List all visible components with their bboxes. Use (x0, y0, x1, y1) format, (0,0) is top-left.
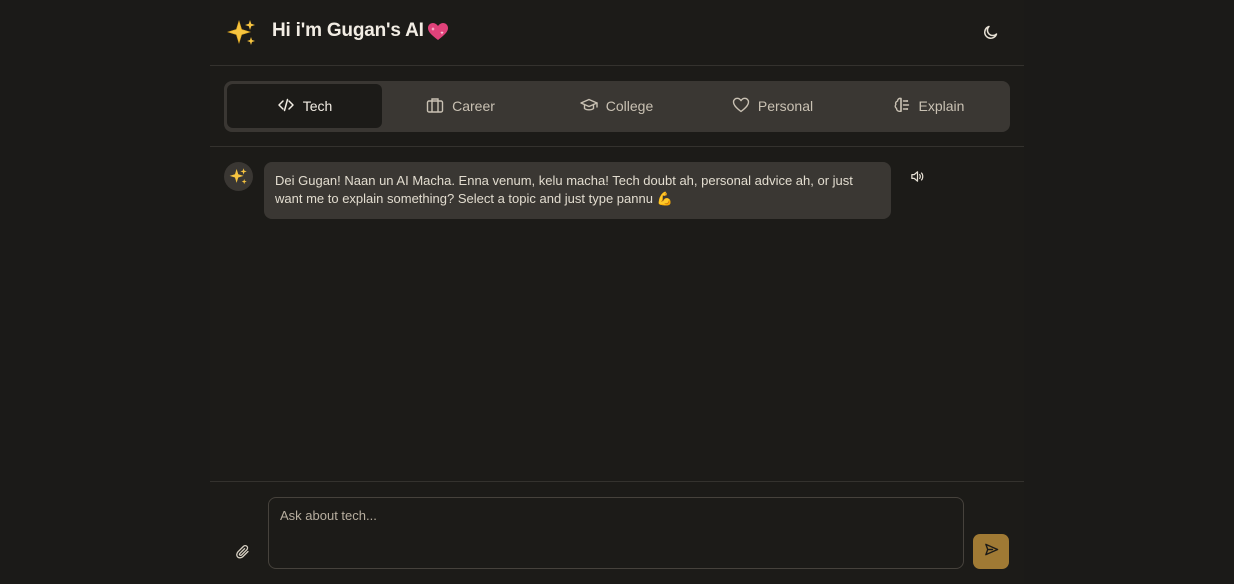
page-title: Hi i'm Gugan's AI (272, 20, 424, 41)
code-icon (277, 96, 295, 117)
send-button[interactable] (973, 534, 1009, 569)
tab-personal[interactable]: Personal (695, 84, 850, 128)
graduation-cap-icon (580, 96, 598, 117)
topic-tabs: Tech Career College Personal Explain (224, 81, 1010, 132)
send-icon (984, 542, 999, 562)
header: Hi i'm Gugan's AI (210, 0, 1024, 66)
chat-app: Hi i'm Gugan's AI Tech Career College Pe… (210, 0, 1024, 583)
tab-tech[interactable]: Tech (227, 84, 382, 128)
heart-icon (732, 96, 750, 117)
sparkles-icon (229, 168, 247, 185)
moon-icon[interactable] (982, 23, 1000, 41)
tab-label: Personal (757, 98, 814, 114)
composer (210, 481, 1024, 584)
sparkling-heart-icon (428, 23, 448, 41)
message-input[interactable] (268, 497, 964, 569)
tab-college[interactable]: College (539, 84, 694, 128)
tab-label: College (605, 98, 654, 114)
tab-explain[interactable]: Explain (851, 84, 1006, 128)
assistant-message: Dei Gugan! Naan un AI Macha. Enna venum,… (264, 162, 891, 219)
paperclip-icon[interactable] (235, 544, 251, 560)
tab-label: Tech (302, 98, 333, 114)
briefcase-icon (426, 96, 444, 117)
message-list: Dei Gugan! Naan un AI Macha. Enna venum,… (210, 147, 1024, 481)
tab-label: Career (452, 98, 495, 114)
tab-career[interactable]: Career (383, 84, 538, 128)
topic-tabs-section: Tech Career College Personal Explain (210, 66, 1024, 147)
avatar (224, 162, 253, 191)
volume-icon[interactable] (910, 169, 925, 184)
sparkles-icon (226, 18, 257, 48)
brain-icon (893, 96, 911, 117)
tab-label: Explain (918, 98, 965, 114)
